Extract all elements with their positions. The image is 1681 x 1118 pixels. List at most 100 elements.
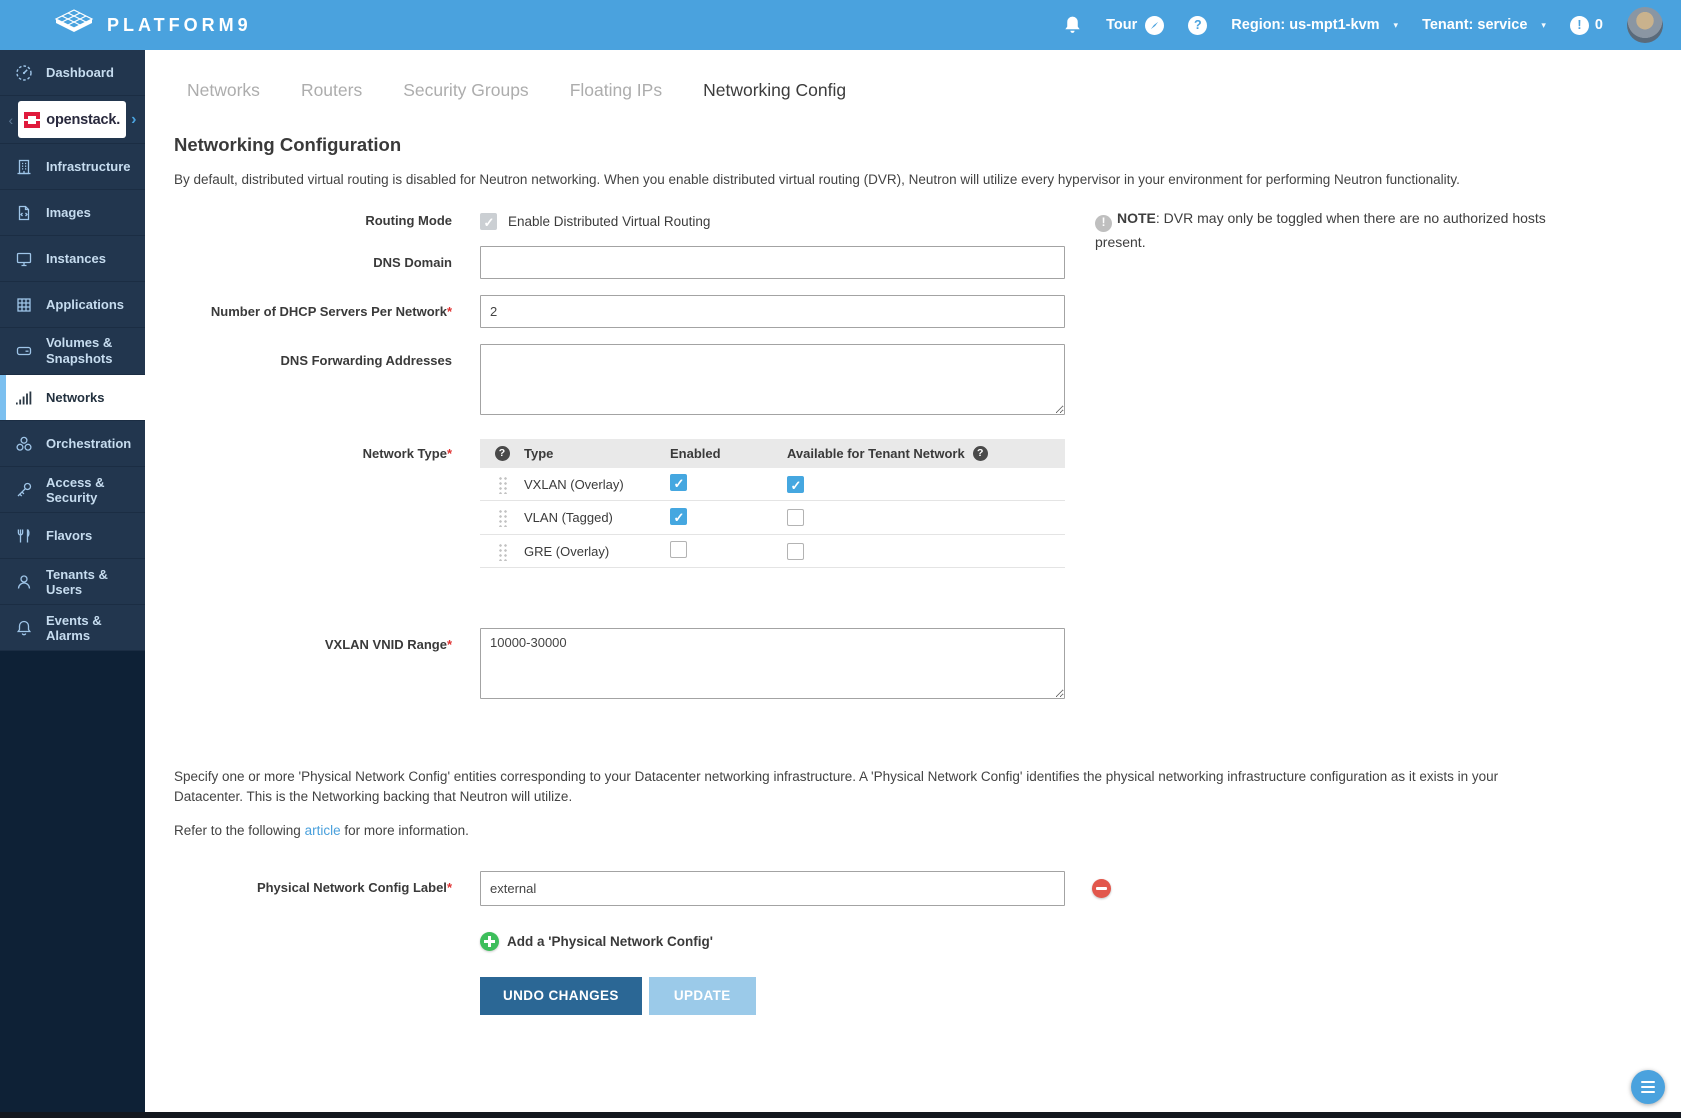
article-link[interactable]: article <box>305 823 341 838</box>
alerts-indicator[interactable]: ! 0 <box>1570 16 1603 35</box>
add-config-label: Add a 'Physical Network Config' <box>507 934 713 949</box>
instances-icon <box>15 250 33 268</box>
drag-handle-icon[interactable] <box>498 542 507 561</box>
vxlan-tenant-checkbox[interactable] <box>787 476 804 493</box>
remove-config-button[interactable] <box>1092 879 1111 898</box>
dns-domain-input[interactable] <box>480 246 1065 279</box>
top-navbar-right: Tour ? Region: us-mpt1-kvm ▾ Tenant: ser… <box>1063 7 1663 43</box>
physical-config-label-input[interactable] <box>480 871 1065 906</box>
tenant-selector[interactable]: Tenant: service ▾ <box>1422 17 1546 33</box>
sidebar-item-infrastructure[interactable]: Infrastructure <box>0 144 145 190</box>
sidebar-item-volumes-snapshots[interactable]: Volumes & Snapshots <box>0 328 145 375</box>
chevron-down-icon: ▾ <box>1541 20 1546 31</box>
sidebar-item-label: Applications <box>46 297 124 312</box>
user-icon <box>15 573 33 591</box>
region-selector[interactable]: Region: us-mpt1-kvm ▾ <box>1231 17 1398 33</box>
volumes-icon <box>15 342 33 360</box>
networking-config-form: Routing Mode Enable Distributed Virtual … <box>174 212 1681 1015</box>
chevron-down-icon: ▾ <box>1394 20 1399 31</box>
field-label: Network Type* <box>174 439 452 463</box>
openstack-logo-icon <box>24 112 40 128</box>
sidebar-item-label: Networks <box>46 390 105 405</box>
network-type-table: ? Type Enabled Available for Tenant Netw… <box>480 439 1065 569</box>
dvr-checkbox-label: Enable Distributed Virtual Routing <box>508 214 710 229</box>
required-marker: * <box>447 880 452 895</box>
table-row-vlan: VLAN (Tagged) <box>480 501 1065 535</box>
gre-tenant-checkbox[interactable] <box>787 543 804 560</box>
chevron-left-icon[interactable]: ‹ <box>9 112 14 128</box>
update-button[interactable]: UPDATE <box>649 977 756 1015</box>
field-label: DNS Domain <box>174 246 452 272</box>
plus-icon <box>480 932 499 951</box>
sidebar-item-tenants-users[interactable]: Tenants & Users <box>0 559 145 605</box>
tab-bar: Networks Routers Security Groups Floatin… <box>187 80 1681 101</box>
openstack-label: openstack. <box>46 112 120 128</box>
dvr-note: !NOTE: DVR may only be toggled when ther… <box>1095 208 1547 253</box>
field-label: DNS Forwarding Addresses <box>174 344 452 370</box>
sidebar-item-instances[interactable]: Instances <box>0 236 145 282</box>
tab-networking-config[interactable]: Networking Config <box>703 80 846 101</box>
help-icon[interactable]: ? <box>1188 16 1207 35</box>
tab-floating-ips[interactable]: Floating IPs <box>570 80 662 101</box>
form-row-dns-forwarding: DNS Forwarding Addresses <box>174 344 1681 420</box>
tour-label: Tour <box>1106 17 1137 33</box>
add-physical-config-button[interactable]: Add a 'Physical Network Config' <box>480 932 1681 951</box>
vxlan-enabled-checkbox[interactable] <box>670 474 687 491</box>
drag-handle-icon[interactable] <box>498 508 507 527</box>
quick-menu-fab[interactable] <box>1631 1070 1665 1104</box>
dhcp-servers-input[interactable] <box>480 295 1065 328</box>
vnid-range-textarea[interactable]: 10000-30000 <box>480 628 1065 699</box>
sidebar-item-label: Dashboard <box>46 65 114 80</box>
openstack-selector[interactable]: openstack. <box>18 101 126 138</box>
sidebar-item-label: Instances <box>46 251 106 266</box>
dashboard-icon <box>15 64 33 82</box>
applications-icon <box>15 296 33 314</box>
tab-routers[interactable]: Routers <box>301 80 362 101</box>
images-icon <box>15 204 33 222</box>
help-icon[interactable]: ? <box>973 446 988 461</box>
key-icon <box>15 481 33 499</box>
sidebar-item-access-security[interactable]: Access & Security <box>0 467 145 513</box>
form-actions: UNDO CHANGES UPDATE <box>480 977 1681 1015</box>
sidebar-item-dashboard[interactable]: Dashboard <box>0 50 145 96</box>
help-icon[interactable]: ? <box>495 446 510 461</box>
sidebar-item-orchestration[interactable]: Orchestration <box>0 421 145 467</box>
physical-network-description: Specify one or more 'Physical Network Co… <box>174 767 1512 806</box>
sidebar-item-images[interactable]: Images <box>0 190 145 236</box>
platform9-brand[interactable]: PLATFORM9 <box>53 9 252 41</box>
dns-forwarding-textarea[interactable] <box>480 344 1065 415</box>
top-navbar: PLATFORM9 Tour ? Region: us-mpt1-kvm ▾ <box>0 0 1681 50</box>
chevron-right-icon[interactable]: › <box>131 111 136 129</box>
tab-security-groups[interactable]: Security Groups <box>403 80 528 101</box>
required-marker: * <box>447 637 452 652</box>
alert-count: 0 <box>1595 17 1603 33</box>
note-bold: NOTE <box>1117 210 1156 226</box>
gre-enabled-checkbox[interactable] <box>670 541 687 558</box>
main-content: Networks Routers Security Groups Floatin… <box>145 50 1681 1118</box>
undo-changes-button[interactable]: UNDO CHANGES <box>480 977 642 1015</box>
platform9-logo-icon <box>53 9 95 41</box>
network-type-name: GRE (Overlay) <box>524 544 670 559</box>
routing-mode-control: Enable Distributed Virtual Routing <box>480 212 710 230</box>
sidebar-item-label: Flavors <box>46 528 92 543</box>
sidebar-item-label: Tenants & Users <box>46 567 145 597</box>
user-avatar[interactable] <box>1627 7 1663 43</box>
tour-button[interactable]: Tour <box>1106 16 1164 35</box>
sidebar-item-events-alarms[interactable]: Events & Alarms <box>0 605 145 651</box>
sidebar-item-networks[interactable]: Networks <box>0 375 145 421</box>
vlan-tenant-checkbox[interactable] <box>787 509 804 526</box>
sidebar-list: Dashboard ‹ openstack. › Infrastructure <box>0 50 145 651</box>
sidebar: Dashboard ‹ openstack. › Infrastructure <box>0 50 145 1118</box>
vlan-enabled-checkbox[interactable] <box>670 508 687 525</box>
table-row-gre: GRE (Overlay) <box>480 535 1065 569</box>
cloud-switcher: ‹ openstack. › <box>0 96 145 144</box>
tab-networks[interactable]: Networks <box>187 80 260 101</box>
sidebar-item-label: Orchestration <box>46 436 131 451</box>
field-label: Routing Mode <box>174 212 452 230</box>
col-header-type: Type <box>524 446 670 461</box>
notifications-bell-icon[interactable] <box>1063 15 1082 35</box>
field-label: Physical Network Config Label* <box>174 871 452 897</box>
sidebar-item-flavors[interactable]: Flavors <box>0 513 145 559</box>
sidebar-item-applications[interactable]: Applications <box>0 282 145 328</box>
drag-handle-icon[interactable] <box>498 475 507 494</box>
